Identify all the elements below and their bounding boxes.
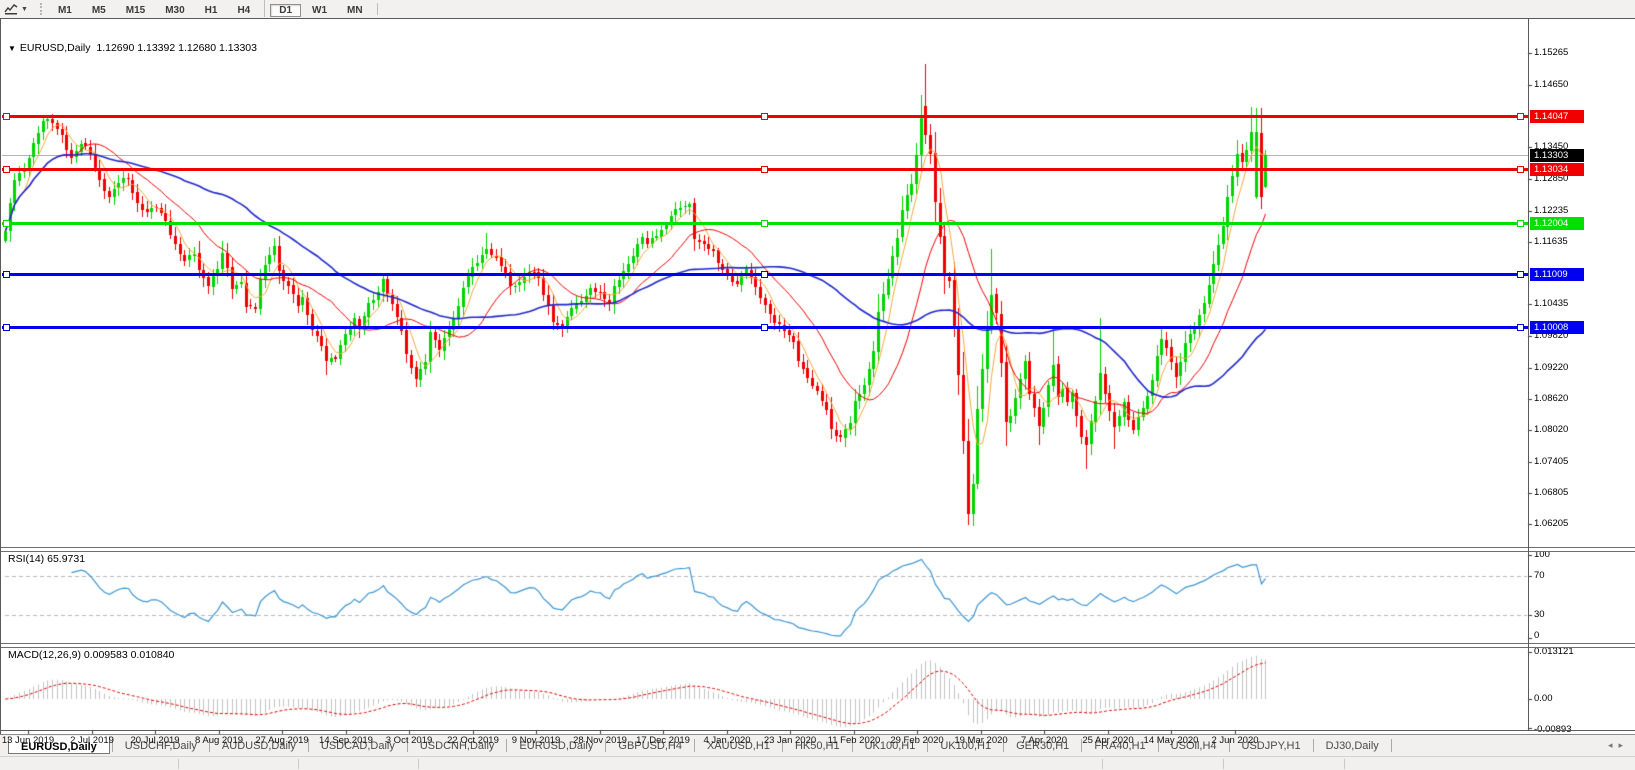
price-level-badge-1.13034: 1.13034 xyxy=(1530,163,1584,176)
rsi-axis-tick: 70 xyxy=(1534,571,1545,581)
date-axis-label: 4 Jan 2020 xyxy=(703,735,750,746)
price-axis-tick: 1.08020 xyxy=(1534,425,1568,435)
date-axis-label: 28 Nov 2019 xyxy=(573,735,627,746)
macd-axis-tick: 0.013121 xyxy=(1534,647,1574,657)
rsi-axis-tick: 0 xyxy=(1534,631,1539,641)
date-axis-label: 3 Oct 2019 xyxy=(386,735,432,746)
ohlc-low: 1.12680 xyxy=(178,42,216,54)
top-toolbar: ▼ M1M5M15M30H1H4 D1W1MN xyxy=(0,0,1635,19)
chart-window: ▼ EURUSD,Daily 1.12690 1.13392 1.12680 1.… xyxy=(0,18,1635,734)
macd-name: MACD(12,26,9) xyxy=(8,649,81,661)
ohlc-high: 1.13392 xyxy=(137,42,175,54)
status-bar-separator xyxy=(418,759,419,769)
macd-main-value: 0.009583 xyxy=(84,649,128,661)
macd-indicator-label: MACD(12,26,9) 0.009583 0.010840 xyxy=(8,649,174,661)
price-axis-tick: 1.07405 xyxy=(1534,457,1568,467)
line-drag-handle[interactable] xyxy=(3,271,10,278)
timeframe-button-w1[interactable]: W1 xyxy=(303,4,336,17)
price-axis-tick: 1.12235 xyxy=(1534,206,1568,216)
timeframe-button-m1[interactable]: M1 xyxy=(49,4,81,17)
line-drag-handle[interactable] xyxy=(761,324,768,331)
date-axis-label: 29 Feb 2020 xyxy=(890,735,943,746)
price-axis-tick: 1.06205 xyxy=(1534,519,1568,529)
collapse-triangle-icon[interactable]: ▼ xyxy=(8,44,16,53)
date-axis-label: 7 Apr 2020 xyxy=(1021,735,1067,746)
timeframe-button-d1[interactable]: D1 xyxy=(270,4,301,17)
status-bar xyxy=(0,756,1635,770)
price-level-badge-1.11009: 1.11009 xyxy=(1530,268,1584,281)
timeframe-button-m15[interactable]: M15 xyxy=(117,4,154,17)
line-drag-handle[interactable] xyxy=(3,166,10,173)
date-axis-label: 14 Sep 2019 xyxy=(319,735,373,746)
line-drag-handle[interactable] xyxy=(761,113,768,120)
mt4-terminal: { "toolbar": { "timeframes": ["M1","M5",… xyxy=(0,0,1635,770)
line-drag-handle[interactable] xyxy=(1517,166,1524,173)
date-axis-label: 25 Apr 2020 xyxy=(1082,735,1133,746)
rsi-value: 65.9731 xyxy=(47,553,85,565)
price-axis-tick: 1.06805 xyxy=(1534,488,1568,498)
line-drag-handle[interactable] xyxy=(761,166,768,173)
timeframe-button-mn[interactable]: MN xyxy=(338,4,372,17)
date-axis-label: 17 Dec 2019 xyxy=(636,735,690,746)
macd-signal-value: 0.010840 xyxy=(131,649,175,661)
price-axis-tick: 1.09220 xyxy=(1534,363,1568,373)
timeframe-button-m30[interactable]: M30 xyxy=(156,4,193,17)
timeframe-button-m5[interactable]: M5 xyxy=(83,4,115,17)
price-axis-line xyxy=(1528,19,1529,730)
ohlc-open: 1.12690 xyxy=(96,42,134,54)
date-axis-label: 19 Mar 2020 xyxy=(954,735,1007,746)
timeframe-button-h4[interactable]: H4 xyxy=(228,4,259,17)
line-drag-handle[interactable] xyxy=(1517,113,1524,120)
rsi-indicator-label: RSI(14) 65.9731 xyxy=(8,553,85,565)
chart-title[interactable]: ▼ EURUSD,Daily 1.12690 1.13392 1.12680 1.… xyxy=(8,42,257,54)
line-drag-handle[interactable] xyxy=(1517,220,1524,227)
chart-cursor-icon[interactable] xyxy=(4,3,18,16)
price-axis-tick: 1.14650 xyxy=(1534,80,1568,90)
price-level-badge-1.10008: 1.10008 xyxy=(1530,321,1584,334)
price-axis-tick: 1.11635 xyxy=(1534,237,1568,247)
date-axis-label: 2 Jun 2020 xyxy=(1211,735,1258,746)
status-bar-separator xyxy=(1223,759,1224,769)
chevron-down-icon[interactable]: ▼ xyxy=(21,6,28,13)
date-axis-label: 9 Nov 2019 xyxy=(512,735,561,746)
timeframe-button-h1[interactable]: H1 xyxy=(196,4,227,17)
date-axis-label: 14 May 2020 xyxy=(1144,735,1199,746)
current-price-badge: 1.13303 xyxy=(1530,149,1584,162)
status-bar-separator xyxy=(1344,759,1345,769)
status-bar-separator xyxy=(298,759,299,769)
line-drag-handle[interactable] xyxy=(761,271,768,278)
date-axis-label: 8 Aug 2019 xyxy=(195,735,243,746)
date-axis-label: 2 Jul 2019 xyxy=(70,735,114,746)
price-level-badge-1.14047: 1.14047 xyxy=(1530,110,1584,123)
price-level-badge-1.12004: 1.12004 xyxy=(1530,217,1584,230)
line-drag-handle[interactable] xyxy=(1517,324,1524,331)
rsi-name: RSI(14) xyxy=(8,553,44,565)
line-drag-handle[interactable] xyxy=(761,220,768,227)
date-axis-label: 13 Jun 2019 xyxy=(2,735,54,746)
panel-splitter-rsi[interactable] xyxy=(1,547,1635,552)
ohlc-close: 1.13303 xyxy=(219,42,257,54)
toolbar-grip[interactable] xyxy=(40,3,42,15)
status-bar-separator xyxy=(1102,759,1103,769)
line-drag-handle[interactable] xyxy=(1517,271,1524,278)
date-axis-label: 27 Aug 2019 xyxy=(255,735,308,746)
price-axis-tick: 1.10435 xyxy=(1534,299,1568,309)
toolbar-separator xyxy=(264,0,265,17)
date-axis-label: 20 Jul 2019 xyxy=(130,735,179,746)
time-axis-line xyxy=(1,730,1635,731)
price-axis-tick: 1.15265 xyxy=(1534,48,1568,58)
date-axis-label: 22 Oct 2019 xyxy=(447,735,499,746)
toolbar-separator xyxy=(377,3,378,15)
line-drag-handle[interactable] xyxy=(3,113,10,120)
chart-symbol-label: EURUSD,Daily xyxy=(20,42,91,54)
line-drag-handle[interactable] xyxy=(3,220,10,227)
line-drag-handle[interactable] xyxy=(3,324,10,331)
price-axis-tick: 1.08620 xyxy=(1534,394,1568,404)
date-axis-label: 11 Feb 2020 xyxy=(828,735,881,746)
date-axis-label: 23 Jan 2020 xyxy=(764,735,816,746)
panel-splitter-macd[interactable] xyxy=(1,643,1635,648)
rsi-axis-tick: 30 xyxy=(1534,610,1545,620)
status-bar-separator xyxy=(178,759,179,769)
macd-axis-tick: 0.00 xyxy=(1534,694,1553,704)
